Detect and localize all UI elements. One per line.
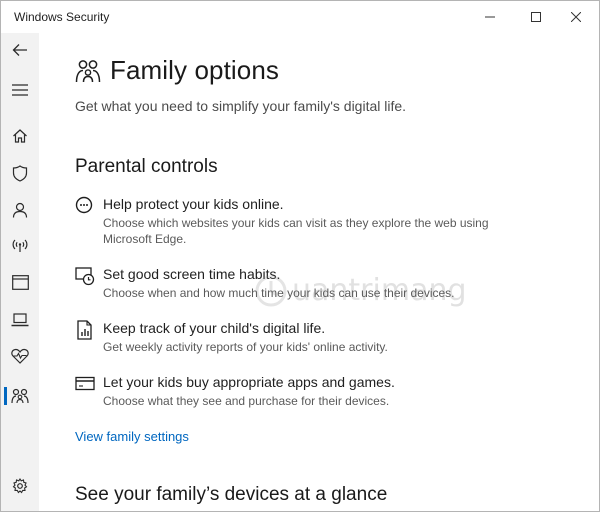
credit-card-icon	[75, 376, 95, 391]
close-icon	[571, 12, 581, 22]
maximize-icon	[531, 12, 541, 22]
shield-icon	[12, 164, 28, 182]
sidebar-item-account-protection[interactable]	[1, 193, 39, 227]
heart-pulse-icon	[11, 348, 29, 364]
sidebar-item-virus-protection[interactable]	[1, 156, 39, 190]
feature-title: Keep track of your child's digital life.	[103, 320, 326, 336]
family-icon	[11, 388, 29, 404]
view-family-settings-link[interactable]: View family settings	[75, 429, 189, 444]
wifi-antenna-icon	[12, 239, 28, 252]
sidebar-item-home[interactable]	[1, 119, 39, 153]
feature-description: Get weekly activity reports of your kids…	[103, 340, 388, 354]
family-icon	[75, 59, 101, 82]
window-title: Windows Security	[14, 10, 110, 24]
menu-button[interactable]	[1, 73, 39, 107]
sidebar-item-family-options[interactable]	[1, 379, 39, 413]
clock-screen-icon	[75, 267, 95, 286]
page-subtitle: Get what you need to simplify your famil…	[75, 98, 407, 114]
app-browser-icon	[11, 274, 29, 290]
person-icon	[12, 202, 28, 218]
feature-description: Choose which websites your kids can visi…	[103, 216, 489, 246]
back-arrow-icon	[12, 44, 27, 56]
chat-bubble-icon	[75, 196, 93, 214]
sidebar-item-device-security[interactable]	[1, 303, 39, 337]
hamburger-icon	[12, 84, 28, 96]
sidebar-nav	[1, 33, 39, 511]
close-button[interactable]	[553, 1, 599, 33]
sidebar-item-app-browser-control[interactable]	[1, 265, 39, 299]
section-heading-devices: See your family’s devices at a glance	[75, 484, 388, 505]
page-title: Family options	[110, 55, 280, 85]
laptop-icon	[11, 313, 29, 327]
feature-title: Let your kids buy appropriate apps and g…	[103, 374, 395, 390]
sidebar-item-firewall-network[interactable]	[1, 228, 39, 262]
page-header: Family options	[75, 55, 279, 86]
active-indicator	[4, 387, 7, 405]
gear-icon	[12, 478, 28, 494]
feature-title: Help protect your kids online.	[103, 196, 284, 212]
feature-description: Choose when and how much time your kids …	[103, 286, 455, 300]
sidebar-item-device-performance[interactable]	[1, 339, 39, 373]
minimize-icon	[485, 16, 495, 18]
feature-description: Choose what they see and purchase for th…	[103, 394, 390, 408]
report-icon	[77, 320, 92, 340]
settings-button[interactable]	[1, 469, 39, 503]
feature-title: Set good screen time habits.	[103, 266, 281, 282]
minimize-button[interactable]	[467, 1, 513, 33]
section-heading-parental-controls: Parental controls	[75, 156, 218, 177]
app-window: Windows Security Family options Get what…	[0, 0, 600, 512]
home-icon	[13, 129, 27, 143]
main-content: Family options Get what you need to simp…	[39, 33, 599, 511]
back-button[interactable]	[1, 33, 39, 67]
title-bar: Windows Security	[1, 1, 599, 33]
